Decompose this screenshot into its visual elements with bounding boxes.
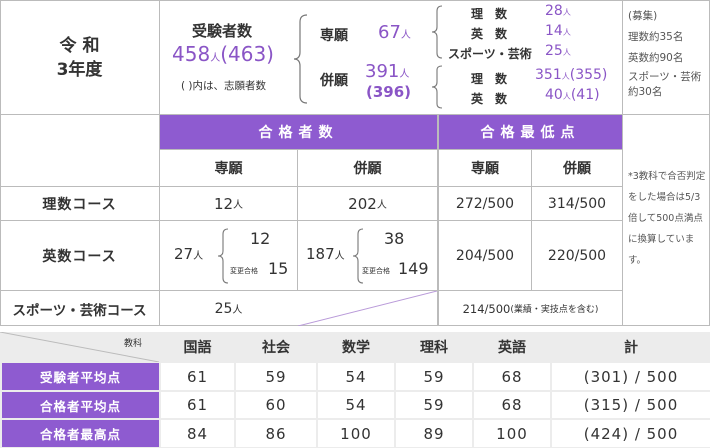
sports-pass-heigan-slash bbox=[298, 291, 437, 326]
hb-risuu-label: 理 数 bbox=[471, 72, 508, 86]
header-min-score: 合格最低点 bbox=[439, 115, 622, 149]
score-cell: 60 bbox=[236, 392, 316, 418]
hb-risuu-value: 351人(355) bbox=[535, 67, 608, 83]
eisuu-pass-heigan-b: 149 bbox=[398, 259, 429, 278]
score-cell: 61 bbox=[161, 392, 234, 418]
hb-eisuu-value: 40人(41) bbox=[545, 87, 600, 103]
score-cell: 54 bbox=[318, 392, 394, 418]
subject-rika: 理科 bbox=[420, 340, 448, 356]
sports-min-note: 214/500 (業績・実技点を含む) bbox=[462, 301, 599, 316]
sb-risuu-label: 理 数 bbox=[471, 7, 508, 21]
risuu-pass-heigan: 202 人 bbox=[348, 194, 387, 213]
score-cell: 68 bbox=[474, 363, 550, 390]
eisuu-change-label-senngan: 変更合格 bbox=[230, 267, 258, 275]
applicants-note: ( )内は、志願者数 bbox=[181, 80, 267, 92]
score-row-label: 合格者平均点 bbox=[2, 392, 159, 418]
heigan-label: 併願 bbox=[320, 73, 348, 89]
score-cell: 100 bbox=[318, 420, 394, 447]
eisuu-pass-heigan-a: 38 bbox=[384, 229, 405, 248]
subject-kokugo: 国語 bbox=[183, 340, 212, 356]
subheader-pass-senngan: 専願 bbox=[214, 161, 243, 177]
eisuu-change-label-heigan: 変更合格 bbox=[362, 267, 390, 275]
eisuu-pass-senngan-total: 27人 bbox=[174, 245, 204, 263]
sb-risuu-value: 28人 bbox=[545, 3, 571, 19]
subheader-min-senngan: 専願 bbox=[471, 161, 499, 177]
eisuu-min-senngan: 204/500 bbox=[455, 247, 515, 264]
score-cell: 84 bbox=[161, 420, 234, 447]
score-cell: 86 bbox=[236, 420, 316, 447]
admission-results-table: 令 和 3年度 受験者数 458人(463) ( )内は、志願者数 専願 67人… bbox=[0, 0, 710, 448]
subheader-min-heigan: 併願 bbox=[563, 161, 591, 177]
course-eisuu: 英数コース bbox=[42, 248, 117, 265]
sb-sports-value: 25人 bbox=[545, 43, 571, 59]
senngan-label: 専願 bbox=[320, 28, 348, 44]
subject-suugaku: 数学 bbox=[342, 340, 370, 356]
score-cell: (315) / 500 bbox=[552, 392, 710, 418]
header-passers: 合格者数 bbox=[160, 115, 437, 149]
subject-total: 計 bbox=[624, 340, 638, 356]
risuu-min-heigan: 314/500 bbox=[547, 195, 607, 212]
score-cell: (424) / 500 bbox=[552, 420, 710, 447]
eisuu-pass-senngan-b: 15 bbox=[268, 259, 289, 278]
score-cell: 54 bbox=[318, 363, 394, 390]
scores-corner-label: 教科 bbox=[124, 339, 143, 349]
score-cell: 61 bbox=[161, 363, 234, 390]
eisuu-pass-senngan-a: 12 bbox=[250, 229, 271, 248]
eisuu-pass-heigan-total: 187人 bbox=[306, 245, 345, 263]
brace-main bbox=[293, 14, 308, 104]
sports-pass: 25 人 bbox=[214, 300, 243, 317]
brace-senngan bbox=[431, 5, 443, 59]
sb-eisuu-label: 英 数 bbox=[471, 27, 508, 41]
course-risuu: 理数コース bbox=[42, 196, 117, 213]
score-cell: 59 bbox=[396, 363, 472, 390]
course-sports: スポーツ・芸術コース bbox=[12, 302, 147, 319]
risuu-min-senngan: 272/500 bbox=[455, 195, 515, 212]
applicants-total: 458人(463) bbox=[172, 42, 274, 66]
hb-eisuu-label: 英 数 bbox=[471, 92, 508, 106]
subject-shakai: 社会 bbox=[262, 340, 290, 356]
subheader-pass-heigan: 併願 bbox=[353, 161, 382, 177]
eisuu-min-heigan: 220/500 bbox=[547, 247, 607, 264]
score-row-label: 合格者最高点 bbox=[2, 420, 159, 447]
recruit-box: (募集) 理数約35名 英数約90名 スポーツ・芸術 約30名 bbox=[628, 10, 702, 98]
year-label: 令 和 3年度 bbox=[56, 35, 103, 80]
side-note: *3教科で合否判定をした場合は5/3倍して500点満点に換算しています。 bbox=[628, 171, 706, 266]
applicants-label: 受験者数 bbox=[192, 22, 253, 40]
score-cell: 68 bbox=[474, 392, 550, 418]
heigan-paren: (396) bbox=[366, 83, 412, 101]
score-cell: 59 bbox=[396, 392, 472, 418]
risuu-pass-senngan: 12 人 bbox=[213, 194, 244, 213]
sb-sports-label: スポーツ・芸術 bbox=[448, 47, 532, 61]
score-cell: 100 bbox=[474, 420, 550, 447]
score-cell: 89 bbox=[396, 420, 472, 447]
brace-heigan bbox=[431, 65, 443, 109]
sb-eisuu-value: 14人 bbox=[545, 23, 571, 39]
score-cell: (301) / 500 bbox=[552, 363, 710, 390]
score-row-label: 受験者平均点 bbox=[2, 363, 159, 390]
brace-eisuu-senngan bbox=[217, 228, 229, 284]
score-cell: 59 bbox=[236, 363, 316, 390]
senngan-total: 67人 bbox=[378, 22, 411, 43]
heigan-total: 391人 bbox=[365, 61, 410, 82]
subject-eigo: 英語 bbox=[498, 340, 526, 356]
